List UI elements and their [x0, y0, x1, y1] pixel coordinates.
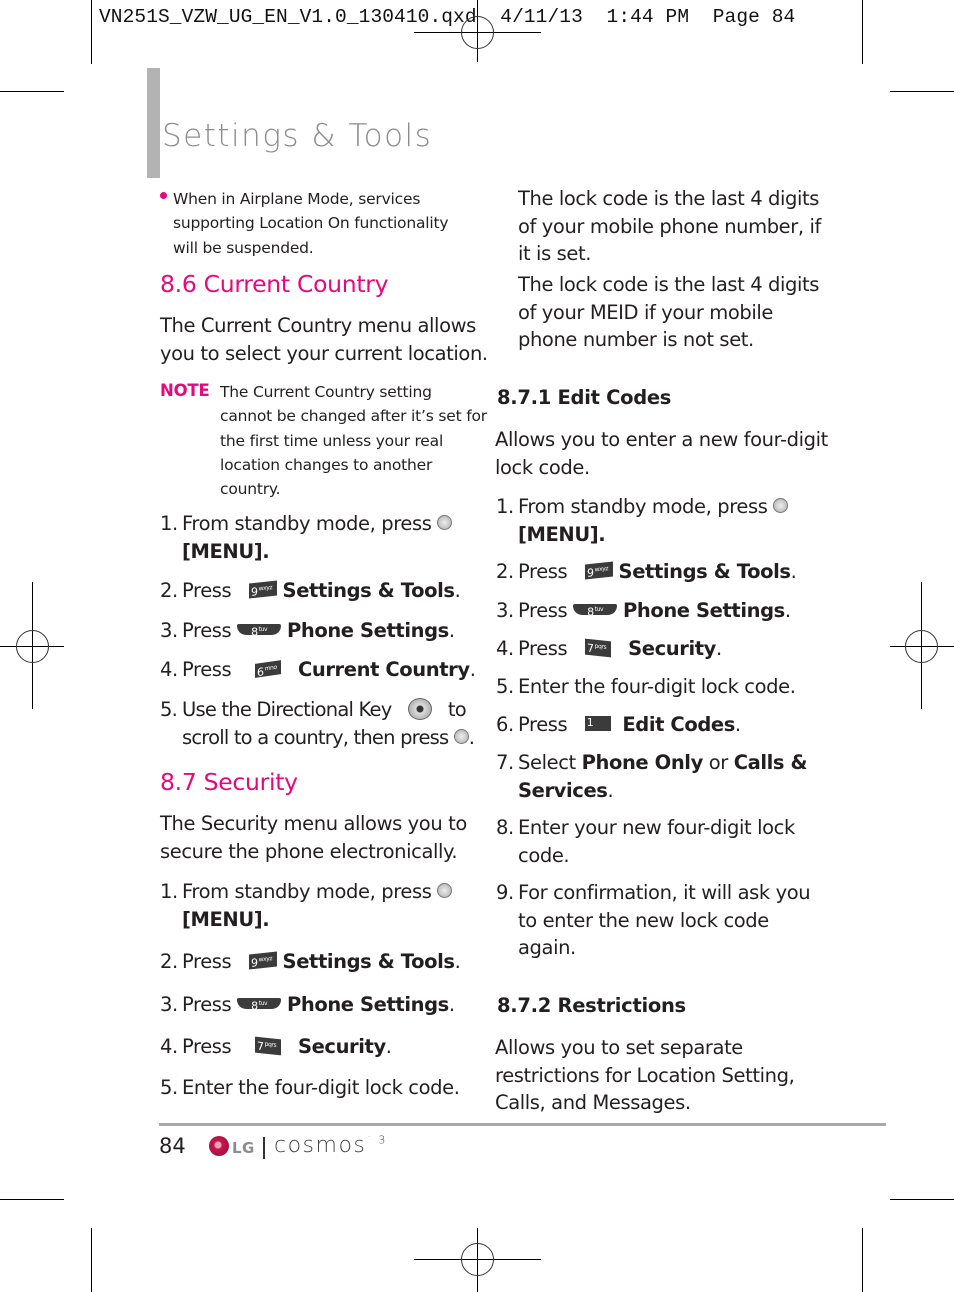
crop-mark — [91, 0, 92, 64]
step-item: 4. Press 6mno Current Country. — [160, 658, 476, 681]
key-9-icon: 9wxyz — [584, 561, 613, 580]
directional-key-icon — [407, 697, 432, 720]
security-intro: The Security menu allows you to secure t… — [160, 812, 467, 863]
lock-code-info-meid: The lock code is the last 4 digits of yo… — [518, 273, 819, 351]
key-8-icon: 8tuv — [237, 624, 282, 638]
heading-restrictions: 8.7.2 Restrictions — [497, 994, 686, 1017]
step-item: 3. Press 8tuv Phone Settings. — [496, 599, 791, 622]
note-label: NOTE — [160, 381, 210, 400]
step-item: 7. Select Phone Only or Calls & Services. — [496, 751, 808, 802]
note-text: The Current Country setting cannot be ch… — [220, 383, 487, 499]
crop-mark — [862, 0, 863, 64]
footer-rule — [159, 1123, 886, 1126]
page-number: 84 — [159, 1134, 186, 1158]
step-item: 3. Press 8tuv Phone Settings. — [160, 619, 455, 642]
key-7-icon: 7pqrs — [254, 1036, 281, 1055]
crop-mark — [890, 1199, 954, 1200]
chapter-title: Settings & Tools — [162, 118, 433, 154]
crop-mark — [91, 1228, 92, 1292]
lock-code-info-phone: The lock code is the last 4 digits of yo… — [518, 187, 821, 265]
step-item: 2. Press 9wxyz Settings & Tools. — [496, 560, 797, 583]
registration-circle — [16, 630, 49, 663]
step-item: 1. From standby mode, press [MENU]. — [496, 493, 789, 548]
product-name: cosmos˙ 3 — [274, 1133, 387, 1158]
key-9-icon: 9wxyz — [248, 951, 277, 970]
key-1-icon: 1 — [584, 716, 611, 731]
step-item: 1. From standby mode, press [MENU]. — [160, 510, 453, 565]
slug-date: 4/11/13 — [500, 6, 583, 28]
key-7-icon: 7pqrs — [584, 638, 611, 657]
brand-name: LG — [232, 1139, 255, 1157]
key-6-icon: 6mno — [254, 659, 281, 679]
step-item: 8. Enter your new four-digit lock code. — [496, 816, 795, 867]
registration-circle — [905, 630, 938, 663]
step-item: 2. Press 9wxyz Settings & Tools. — [160, 579, 461, 602]
step-item: 5. Enter the four-digit lock code. — [496, 675, 796, 698]
key-8-icon: 8tuv — [573, 604, 618, 618]
footer-divider — [263, 1137, 265, 1159]
bullet-dot-icon — [160, 192, 167, 199]
slug-filename: VN251S_VZW_UG_EN_V1.0_130410.qxd — [99, 6, 477, 28]
step-item: 9. For confirmation, it will ask you to e… — [496, 881, 811, 959]
heading-edit-codes: 8.7.1 Edit Codes — [497, 386, 672, 409]
edit-codes-intro: Allows you to enter a new four-digit loc… — [495, 428, 828, 479]
chapter-side-bar — [147, 68, 160, 178]
step-item: 6. Press 1 Edit Codes. — [496, 713, 741, 736]
crop-mark — [0, 91, 64, 92]
crop-mark — [862, 1228, 863, 1292]
heading-current-country: 8.6 Current Country — [160, 270, 389, 298]
ok-button-icon — [437, 515, 453, 530]
airplane-mode-bullet: When in Airplane Mode, services supporti… — [160, 187, 449, 260]
ok-button-icon — [773, 498, 789, 513]
heading-security: 8.7 Security — [160, 768, 298, 796]
crop-mark — [890, 91, 954, 92]
step-item: 4. Press 7pqrs Security. — [160, 1035, 392, 1058]
lg-logo-icon — [209, 1136, 229, 1156]
print-slug: VN251S_VZW_UG_EN_V1.0_130410.qxd 4/11/13… — [99, 6, 795, 28]
slug-time: 1:44 PM — [606, 6, 690, 28]
step-item: 1. From standby mode, press [MENU]. — [160, 878, 453, 933]
step-item: 4. Press 7pqrs Security. — [496, 637, 722, 660]
step-item: 2. Press 9wxyz Settings & Tools. — [160, 950, 461, 973]
crop-mark — [0, 1199, 64, 1200]
key-9-icon: 9wxyz — [248, 580, 277, 599]
step-item: 5. Enter the four-digit lock code. — [160, 1076, 460, 1099]
key-8-icon: 8tuv — [237, 998, 282, 1012]
slug-page: Page 84 — [712, 6, 796, 28]
current-country-intro: The Current Country menu allows you to s… — [160, 314, 488, 365]
registration-circle — [461, 1243, 494, 1276]
step-item: 3. Press 8tuv Phone Settings. — [160, 993, 455, 1016]
restrictions-intro: Allows you to set separate restrictions … — [495, 1036, 795, 1114]
ok-button-icon — [453, 728, 469, 744]
ok-button-icon — [437, 883, 453, 898]
registration-circle — [461, 16, 494, 49]
step-item: 5. Use the Directional Key to scroll to a… — [160, 697, 475, 749]
